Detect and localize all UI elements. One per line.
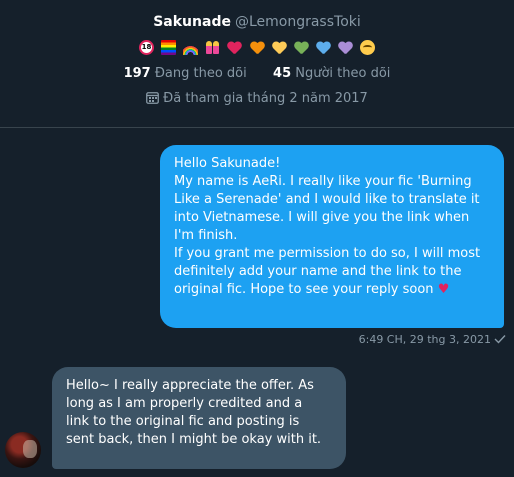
sent-message[interactable]: Hello Sakunade! My name is AeRi. I reall… bbox=[160, 145, 504, 328]
message-line: link to the original fic and posting is bbox=[66, 414, 300, 429]
calendar-icon bbox=[146, 92, 160, 104]
message-line: Like a Serenade' and I would like to tra… bbox=[174, 192, 480, 207]
message-line: If you grant me permission to do so, I w… bbox=[174, 246, 481, 261]
orange-heart-icon bbox=[250, 40, 265, 55]
relieved-face-icon bbox=[359, 40, 375, 55]
message-line: My name is AeRi. I really like your fic … bbox=[174, 174, 472, 189]
joined-text: Đã tham gia tháng 2 năm 2017 bbox=[163, 91, 368, 106]
following-label: Đang theo dõi bbox=[154, 66, 247, 81]
received-message[interactable]: Hello~ I really appreciate the offer. As… bbox=[52, 367, 346, 469]
couple-icon bbox=[205, 40, 220, 55]
followers-count: 45 bbox=[273, 66, 292, 81]
check-icon bbox=[494, 335, 506, 344]
dm-conversation: Sakunade@LemongrassToki 197 Đang theo dõ… bbox=[0, 0, 514, 477]
message-line: long as I am properly credited and a bbox=[66, 396, 303, 411]
no-under-18-icon bbox=[139, 40, 155, 55]
timestamp-text: 6:49 CH, 29 thg 3, 2021 bbox=[358, 333, 491, 346]
followers-link[interactable]: 45 Người theo dõi bbox=[273, 66, 390, 81]
following-count: 197 bbox=[123, 66, 151, 81]
yellow-heart-icon bbox=[272, 40, 287, 55]
display-name[interactable]: Sakunade bbox=[153, 14, 231, 30]
profile-name-line: Sakunade @LemongrassToki bbox=[0, 14, 514, 30]
joined-date: Đã tham gia tháng 2 năm 2017 bbox=[0, 91, 514, 106]
purple-heart-icon bbox=[338, 40, 353, 55]
message-line: into Vietnamese. I will give you the lin… bbox=[174, 210, 470, 225]
message-timestamp: 6:49 CH, 29 thg 3, 2021 bbox=[300, 333, 506, 346]
message-line: I'm finish. bbox=[174, 228, 238, 243]
rainbow-flag-icon bbox=[161, 40, 177, 55]
message-line: definitely add your name and the link to… bbox=[174, 264, 462, 279]
message-line-text: original fic. Hope to see your reply soo… bbox=[174, 282, 434, 297]
following-link[interactable]: 197 Đang theo dõi bbox=[124, 66, 251, 81]
message-line: sent back, then I might be okay with it. bbox=[66, 432, 322, 447]
followers-label: Người theo dõi bbox=[295, 66, 391, 81]
green-heart-icon bbox=[294, 40, 309, 55]
message-line: Hello Sakunade! bbox=[174, 156, 281, 171]
red-heart-icon: ♥ bbox=[437, 282, 450, 297]
red-heart-icon bbox=[227, 40, 242, 55]
avatar[interactable] bbox=[5, 432, 41, 468]
user-handle: @LemongrassToki bbox=[234, 14, 361, 30]
blue-heart-icon bbox=[316, 40, 331, 55]
profile-header[interactable]: Sakunade@LemongrassToki 197 Đang theo dõ… bbox=[0, 0, 514, 128]
message-line: Hello~ I really appreciate the offer. As bbox=[66, 378, 314, 393]
profile-bio bbox=[0, 39, 514, 57]
message-line-last: original fic. Hope to see your reply soo… bbox=[174, 281, 490, 299]
rainbow-icon bbox=[183, 40, 199, 55]
follow-stats: 197 Đang theo dõi 45 Người theo dõi bbox=[0, 66, 514, 81]
